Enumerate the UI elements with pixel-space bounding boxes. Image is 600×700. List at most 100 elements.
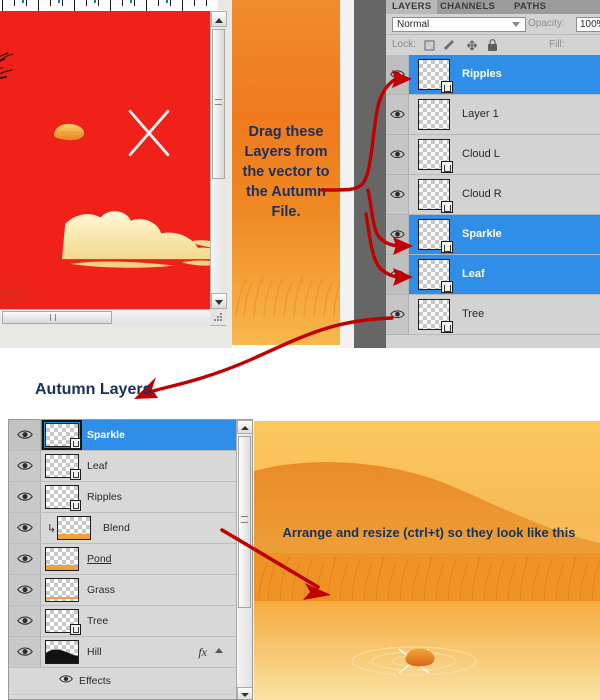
eye-icon[interactable] [389, 189, 405, 200]
horizontal-scroll-thumb[interactable] [2, 311, 112, 324]
horizontal-scrollbar[interactable] [0, 309, 226, 326]
layer-name: Tree [462, 308, 485, 320]
layer-visibility-toggle[interactable] [9, 420, 41, 450]
layer-visibility-toggle[interactable] [9, 451, 41, 481]
eye-icon[interactable] [16, 646, 33, 657]
autumn-panel-scrollbar[interactable] [236, 420, 252, 699]
eye-icon[interactable] [16, 522, 33, 533]
layer-visibility-toggle[interactable] [386, 255, 409, 294]
layer-thumbnail[interactable] [45, 578, 79, 602]
vector-document-window [0, 0, 232, 348]
layer-thumbnail[interactable] [418, 99, 450, 130]
layer-row-tree[interactable]: Tree [386, 295, 600, 335]
opacity-input[interactable]: 100% [576, 17, 600, 32]
autumn-layer-row-sparkle[interactable]: Sparkle [9, 420, 237, 451]
tab-channels[interactable]: CHANNELS [434, 0, 501, 14]
eye-icon[interactable] [16, 615, 33, 626]
layer-name: Cloud L [462, 148, 500, 160]
effects-expand-chevron-icon[interactable] [215, 648, 223, 653]
autumn-layer-row-leaf[interactable]: Leaf [9, 451, 237, 482]
layer-row-layer-1[interactable]: Layer 1 [386, 95, 600, 135]
tab-paths[interactable]: PATHS [508, 0, 552, 14]
smart-object-badge-icon [70, 624, 81, 635]
layer-visibility-toggle[interactable] [386, 95, 409, 134]
layer-row-leaf[interactable]: Leaf [386, 255, 600, 295]
autumn-layer-row-ripples[interactable]: Ripples [9, 482, 237, 513]
eye-icon[interactable] [389, 229, 405, 240]
autumn-layer-row-blend[interactable]: ↳ Blend [9, 513, 237, 544]
scene-artwork [254, 462, 600, 700]
layer-visibility-toggle[interactable] [9, 575, 41, 605]
layer-row-cloud-l[interactable]: Cloud L [386, 135, 600, 175]
layer-visibility-toggle[interactable] [386, 175, 409, 214]
autumn-layer-row-pond[interactable]: Pond [9, 544, 237, 575]
layer-row-cloud-r[interactable]: Cloud R [386, 175, 600, 215]
eye-icon[interactable] [389, 69, 405, 80]
layer-thumbnail[interactable] [418, 299, 453, 333]
effects-visibility-toggle[interactable] [59, 674, 73, 684]
eye-icon[interactable] [16, 491, 33, 502]
layer-thumbnail[interactable] [45, 454, 81, 480]
eye-icon[interactable] [389, 109, 405, 120]
layer-thumbnail[interactable] [45, 640, 79, 664]
autumn-layer-row-grass[interactable]: Grass [9, 575, 237, 606]
eye-icon[interactable] [16, 460, 33, 471]
layer-thumbnail[interactable] [418, 179, 453, 213]
smart-object-badge-icon [70, 469, 81, 480]
smart-object-badge-icon [441, 201, 453, 213]
autumn-layers-heading: Autumn Layers [35, 381, 152, 398]
layer-name: Sparkle [462, 228, 502, 240]
layer-thumbnail[interactable] [45, 547, 79, 571]
scroll-up-arrow-icon[interactable] [211, 11, 227, 27]
smart-object-badge-icon [441, 81, 453, 93]
eye-icon[interactable] [59, 674, 73, 684]
eye-icon[interactable] [389, 149, 405, 160]
eye-icon[interactable] [16, 429, 33, 440]
layer-row-sparkle[interactable]: Sparkle [386, 215, 600, 255]
eye-icon[interactable] [389, 309, 405, 320]
instruction-text-top: Drag these Layers from the vector to the… [242, 124, 330, 220]
scroll-down-arrow-icon[interactable] [211, 293, 227, 309]
eye-icon[interactable] [389, 269, 405, 280]
layer-visibility-toggle[interactable] [9, 544, 41, 574]
layer-visibility-toggle[interactable] [9, 606, 41, 636]
layer-thumbnail[interactable] [45, 485, 81, 511]
eye-icon[interactable] [16, 584, 33, 595]
layer-thumbnail[interactable] [45, 609, 81, 635]
layer-visibility-toggle[interactable] [9, 637, 41, 667]
layer-row-ripples[interactable]: Ripples [386, 55, 600, 95]
scroll-up-arrow-icon[interactable] [237, 420, 252, 434]
layer-name: Ripples [87, 491, 123, 503]
autumn-layer-row-hill[interactable]: Hill fx [9, 637, 237, 668]
layer-visibility-toggle[interactable] [386, 135, 409, 174]
tab-layers[interactable]: LAYERS [386, 0, 438, 14]
layer-effect-item[interactable]: Gradient Overlay [9, 695, 237, 699]
layer-visibility-toggle[interactable] [9, 482, 41, 512]
layer-list[interactable]: Ripples Layer 1 Cloud L Cloud R Sparkle Leaf T… [386, 55, 600, 348]
scroll-grip-icon [215, 99, 222, 105]
autumn-layer-list[interactable]: Sparkle Leaf Ripples ↳ Blend Pond Grass Tree Hil… [9, 420, 237, 699]
layer-thumbnail[interactable] [418, 139, 453, 173]
smart-object-badge-icon [441, 241, 453, 253]
layer-visibility-toggle[interactable] [386, 55, 409, 94]
vector-canvas[interactable] [0, 11, 210, 309]
vertical-scrollbar[interactable] [210, 11, 227, 309]
layer-thumbnail[interactable] [418, 219, 453, 253]
resize-grip-icon[interactable] [210, 309, 226, 325]
layer-name: Blend [103, 522, 130, 534]
effects-label: Effects [79, 675, 111, 687]
layer-thumbnail[interactable] [42, 420, 82, 450]
blend-mode-select[interactable]: Normal [392, 17, 526, 32]
layer-thumbnail[interactable] [57, 516, 91, 540]
smart-object-badge-icon [441, 161, 453, 173]
autumn-layer-row-tree[interactable]: Tree [9, 606, 237, 637]
layer-thumbnail[interactable] [418, 259, 453, 293]
layer-visibility-toggle[interactable] [386, 295, 409, 334]
layer-effects-group[interactable]: Effects [9, 668, 237, 695]
eye-icon[interactable] [16, 553, 33, 564]
layer-effects-fx-icon[interactable]: fx [198, 645, 207, 660]
layer-thumbnail[interactable] [418, 59, 453, 93]
layer-visibility-toggle[interactable] [9, 513, 41, 543]
layer-visibility-toggle[interactable] [386, 215, 409, 254]
scroll-down-arrow-icon[interactable] [237, 687, 252, 699]
